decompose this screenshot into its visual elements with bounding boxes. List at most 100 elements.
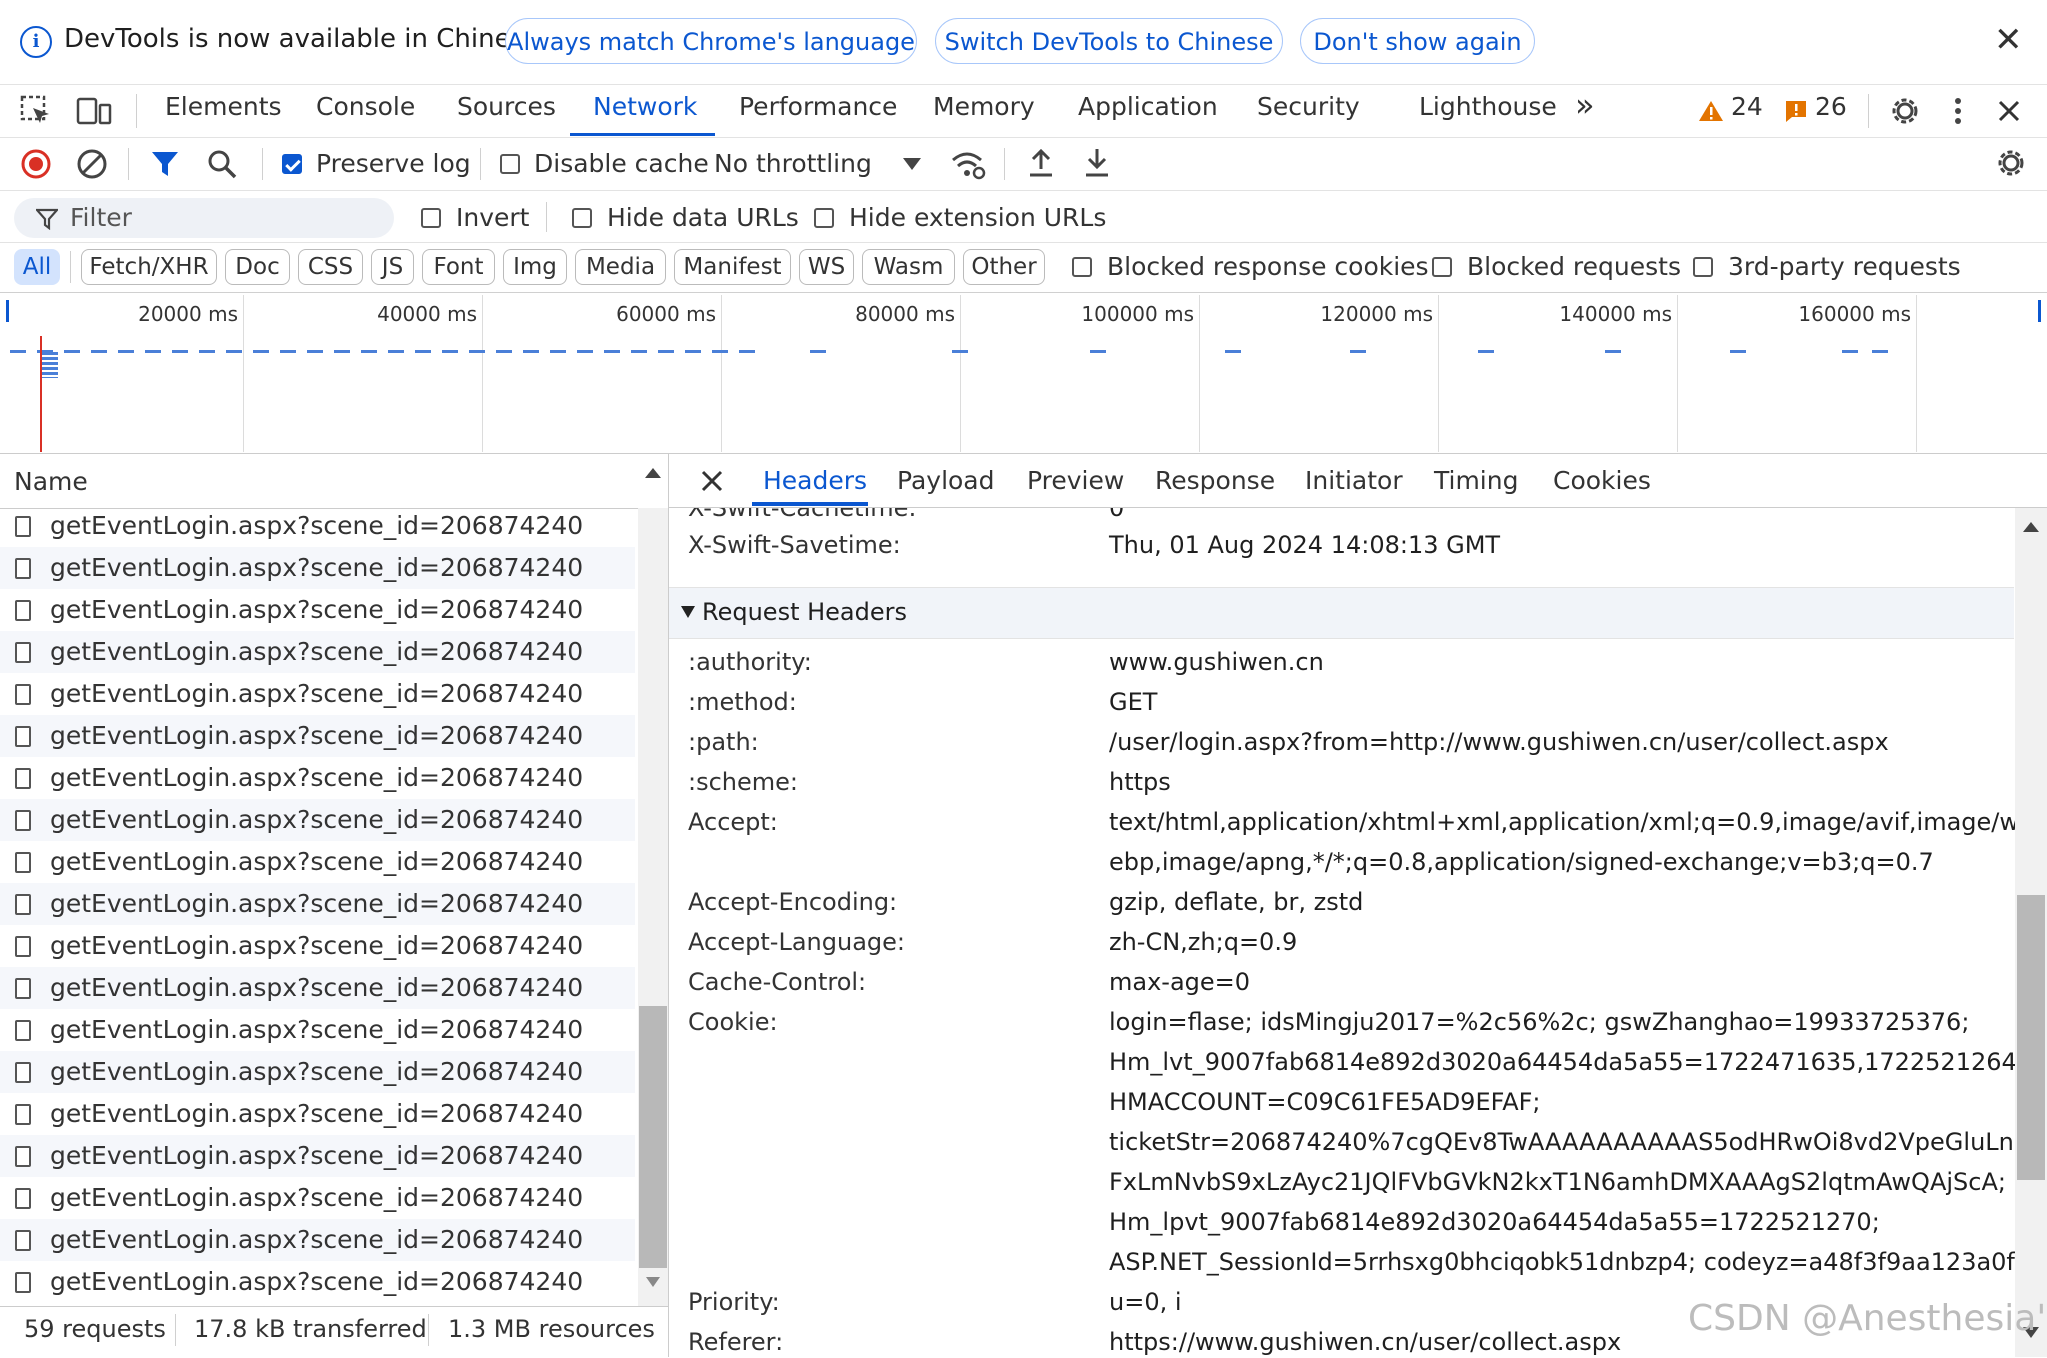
close-infobar-icon[interactable]: ✕ <box>1994 20 2023 60</box>
header-key: :method: <box>688 688 797 716</box>
blocked-requests-checkbox[interactable] <box>1432 257 1452 277</box>
filter-funnel-icon[interactable] <box>150 149 180 179</box>
hide-data-urls-checkbox[interactable] <box>572 208 592 228</box>
stop-recording-icon[interactable] <box>20 148 52 180</box>
request-row[interactable]: getEventLogin.aspx?scene_id=206874240 <box>0 1093 635 1135</box>
search-icon[interactable] <box>206 148 238 180</box>
close-devtools-icon[interactable] <box>1997 99 2021 123</box>
tab-performance[interactable]: Performance <box>739 92 897 121</box>
type-filter-all[interactable]: All <box>14 249 60 285</box>
request-row[interactable]: getEventLogin.aspx?scene_id=206874240 <box>0 925 635 967</box>
overview-right-handle[interactable] <box>2038 300 2041 322</box>
overview-left-handle[interactable] <box>6 300 9 322</box>
type-filter-css[interactable]: CSS <box>298 249 363 285</box>
type-filter-fetch-xhr[interactable]: Fetch/XHR <box>81 249 217 285</box>
device-toolbar-icon[interactable] <box>76 95 112 127</box>
expand-triangle-icon[interactable] <box>680 605 696 619</box>
divider <box>428 1314 429 1346</box>
request-row[interactable]: getEventLogin.aspx?scene_id=206874240 <box>0 799 635 841</box>
timeline-dash <box>442 350 458 353</box>
request-row[interactable]: getEventLogin.aspx?scene_id=206874240 <box>0 841 635 883</box>
request-name: getEventLogin.aspx?scene_id=206874240 <box>50 595 584 624</box>
tab-security[interactable]: Security <box>1257 92 1360 121</box>
header-key: Accept-Encoding: <box>688 888 898 916</box>
tab-lighthouse[interactable]: Lighthouse <box>1419 92 1557 121</box>
type-filter-font[interactable]: Font <box>422 249 495 285</box>
warning-icon[interactable] <box>1698 99 1724 123</box>
request-row[interactable]: getEventLogin.aspx?scene_id=206874240 <box>0 1219 635 1261</box>
request-row[interactable]: getEventLogin.aspx?scene_id=206874240 <box>0 715 635 757</box>
details-scroll-thumb[interactable] <box>2017 895 2045 1180</box>
transferred-size: 17.8 kB transferred <box>194 1315 427 1343</box>
always-match-language-button[interactable]: Always match Chrome's language <box>505 18 917 64</box>
third-party-requests-checkbox[interactable] <box>1693 257 1713 277</box>
import-har-icon[interactable] <box>1026 147 1056 179</box>
details-tab-preview[interactable]: Preview <box>1027 466 1124 495</box>
request-row[interactable]: getEventLogin.aspx?scene_id=206874240 <box>0 967 635 1009</box>
disable-cache-checkbox[interactable] <box>500 154 520 174</box>
timeline-dash <box>226 350 242 353</box>
details-tab-cookies[interactable]: Cookies <box>1553 466 1651 495</box>
clear-log-icon[interactable] <box>76 148 108 180</box>
type-filter-doc[interactable]: Doc <box>225 249 290 285</box>
sort-ascending-icon[interactable] <box>644 466 662 480</box>
request-row[interactable]: getEventLogin.aspx?scene_id=206874240 <box>0 547 635 589</box>
network-settings-gear-icon[interactable] <box>1994 146 2028 180</box>
request-row[interactable]: getEventLogin.aspx?scene_id=206874240 <box>0 1177 635 1219</box>
scroll-down-arrow-icon[interactable] <box>645 1276 661 1288</box>
request-row[interactable]: getEventLogin.aspx?scene_id=206874240 <box>0 1261 635 1303</box>
details-tab-timing[interactable]: Timing <box>1434 466 1518 495</box>
tab-network[interactable]: Network <box>593 92 697 121</box>
details-tab-headers[interactable]: Headers <box>763 466 867 495</box>
type-filter-js[interactable]: JS <box>371 249 414 285</box>
issues-count[interactable]: 26 <box>1815 92 1847 121</box>
request-row[interactable]: getEventLogin.aspx?scene_id=206874240 <box>0 883 635 925</box>
inspect-element-icon[interactable] <box>20 95 52 127</box>
network-conditions-icon[interactable] <box>950 148 986 180</box>
type-filter-ws[interactable]: WS <box>799 249 854 285</box>
tab-elements[interactable]: Elements <box>165 92 282 121</box>
dont-show-again-button[interactable]: Don't show again <box>1300 18 1535 64</box>
preserve-log-checkbox[interactable] <box>282 154 302 174</box>
close-details-icon[interactable] <box>700 469 724 493</box>
header-value: Thu, 01 Aug 2024 14:08:13 GMT <box>1109 531 1501 559</box>
type-filter-other[interactable]: Other <box>963 249 1045 285</box>
details-tab-response[interactable]: Response <box>1155 466 1275 495</box>
type-filter-manifest[interactable]: Manifest <box>674 249 791 285</box>
invert-checkbox[interactable] <box>421 208 441 228</box>
more-options-icon[interactable] <box>1950 96 1966 126</box>
blocked-response-cookies-checkbox[interactable] <box>1072 257 1092 277</box>
throttling-select[interactable]: No throttling <box>714 149 872 178</box>
request-row[interactable]: getEventLogin.aspx?scene_id=206874240 <box>0 505 635 547</box>
name-column-header[interactable] <box>0 455 668 509</box>
request-row[interactable]: getEventLogin.aspx?scene_id=206874240 <box>0 589 635 631</box>
request-row[interactable]: getEventLogin.aspx?scene_id=206874240 <box>0 1009 635 1051</box>
request-row[interactable]: getEventLogin.aspx?scene_id=206874240 <box>0 631 635 673</box>
tab-application[interactable]: Application <box>1078 92 1218 121</box>
tab-console[interactable]: Console <box>316 92 415 121</box>
timeline-overview[interactable] <box>0 293 2047 454</box>
request-list-scroll-thumb[interactable] <box>639 1006 667 1268</box>
resources-size: 1.3 MB resources <box>448 1315 655 1343</box>
more-tabs-icon[interactable]: » <box>1575 86 1595 124</box>
request-row[interactable]: getEventLogin.aspx?scene_id=206874240 <box>0 757 635 799</box>
type-filter-img[interactable]: Img <box>503 249 567 285</box>
tab-memory[interactable]: Memory <box>933 92 1035 121</box>
issues-icon[interactable] <box>1784 99 1808 123</box>
switch-to-chinese-button[interactable]: Switch DevTools to Chinese <box>935 18 1283 64</box>
request-row[interactable]: getEventLogin.aspx?scene_id=206874240 <box>0 1135 635 1177</box>
request-row[interactable]: getEventLogin.aspx?scene_id=206874240 <box>0 1051 635 1093</box>
warning-count[interactable]: 24 <box>1731 92 1763 121</box>
export-har-icon[interactable] <box>1082 147 1112 179</box>
details-tab-payload[interactable]: Payload <box>897 466 995 495</box>
request-row[interactable]: getEventLogin.aspx?scene_id=206874240 <box>0 673 635 715</box>
chevron-down-icon[interactable] <box>902 157 922 171</box>
details-active-tab-indicator <box>752 502 868 506</box>
tab-sources[interactable]: Sources <box>457 92 556 121</box>
type-filter-wasm[interactable]: Wasm <box>862 249 955 285</box>
hide-extension-urls-checkbox[interactable] <box>814 208 834 228</box>
details-tab-initiator[interactable]: Initiator <box>1305 466 1403 495</box>
settings-gear-icon[interactable] <box>1888 94 1922 128</box>
type-filter-media[interactable]: Media <box>575 249 666 285</box>
scroll-up-arrow-icon[interactable] <box>2022 520 2040 534</box>
